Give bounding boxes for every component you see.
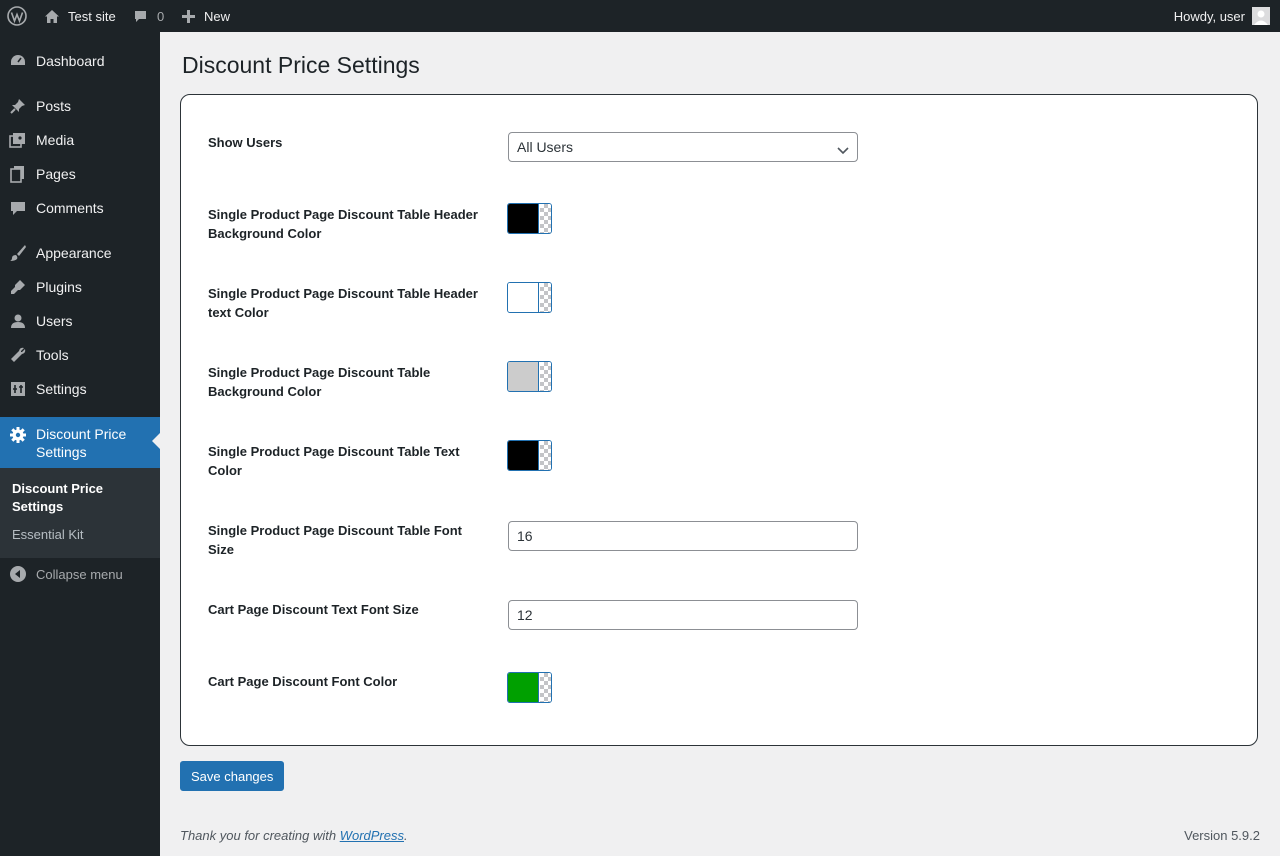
- sidebar-item-discount-price-settings[interactable]: Discount Price Settings: [0, 417, 160, 469]
- sidebar-item-label: Media: [36, 132, 75, 148]
- table-bg-color-picker[interactable]: [507, 361, 552, 392]
- header-text-color-picker[interactable]: [507, 282, 552, 313]
- table-text-color-picker[interactable]: [507, 440, 552, 471]
- chevron-down-icon: [837, 142, 849, 158]
- table-font-size-label: Single Product Page Discount Table Font …: [208, 523, 463, 557]
- collapse-menu-button[interactable]: Collapse menu: [0, 564, 160, 584]
- footer-version: Version 5.9.2: [1184, 828, 1260, 843]
- settings-icon: [9, 380, 27, 398]
- settings-panel: Show Users All Users Single Product Page…: [180, 94, 1258, 746]
- table-font-size-input[interactable]: 16: [508, 521, 858, 551]
- media-icon: [9, 131, 27, 149]
- sidebar-item-comments[interactable]: Comments: [0, 196, 160, 220]
- home-icon: [44, 9, 60, 24]
- sidebar-item-label: Discount Price Settings: [36, 426, 127, 460]
- footer-thanks-prefix: Thank you for creating with: [180, 828, 340, 843]
- submenu: Discount Price Settings Essential Kit: [0, 468, 160, 558]
- user-icon: [9, 312, 27, 330]
- sidebar-item-posts[interactable]: Posts: [0, 94, 160, 118]
- submenu-item-discount-price-settings[interactable]: Discount Price Settings: [12, 480, 132, 516]
- table-bg-color-label: Single Product Page Discount Table Backg…: [208, 365, 431, 399]
- sidebar-item-plugins[interactable]: Plugins: [0, 275, 160, 299]
- sidebar-item-label: Settings: [36, 381, 87, 397]
- sidebar-item-label: Appearance: [36, 245, 112, 261]
- pages-icon: [9, 165, 27, 183]
- show-users-select[interactable]: All Users: [508, 132, 858, 162]
- color-swatch-fill: [508, 204, 539, 233]
- collapse-arrow-icon: [9, 565, 27, 583]
- alpha-checker-icon: [540, 283, 551, 312]
- cart-font-size-value: 12: [517, 607, 533, 623]
- footer-thanks-suffix: .: [404, 828, 408, 843]
- site-link[interactable]: Test site: [44, 0, 116, 32]
- sidebar-item-label: Dashboard: [36, 53, 105, 69]
- header-bg-color-picker[interactable]: [507, 203, 552, 234]
- sidebar-item-label: Comments: [36, 200, 104, 216]
- sidebar-item-dashboard[interactable]: Dashboard: [0, 49, 160, 73]
- cart-font-size-label: Cart Page Discount Text Font Size: [208, 602, 419, 617]
- color-swatch-fill: [508, 362, 539, 391]
- comment-icon: [133, 9, 148, 24]
- plugin-icon: [9, 278, 27, 296]
- plus-icon: [182, 9, 195, 23]
- sidebar-item-label: Posts: [36, 98, 72, 114]
- alpha-checker-icon: [540, 673, 551, 702]
- current-indicator-arrow: [152, 433, 160, 449]
- color-swatch-fill: [508, 673, 539, 702]
- gear-icon: [9, 426, 27, 444]
- collapse-menu-label: Collapse menu: [36, 566, 123, 582]
- sidebar-item-label: Tools: [36, 347, 69, 363]
- cart-font-color-label: Cart Page Discount Font Color: [208, 674, 398, 689]
- cart-font-size-input[interactable]: 12: [508, 600, 858, 630]
- new-content-link[interactable]: New: [182, 0, 230, 32]
- page-title: Discount Price Settings: [182, 52, 420, 78]
- new-label: New: [204, 8, 231, 24]
- sidebar-item-label: Plugins: [36, 279, 82, 295]
- cart-font-color-picker[interactable]: [507, 672, 552, 703]
- submenu-item-essential-kit[interactable]: Essential Kit: [12, 526, 84, 544]
- brush-icon: [9, 244, 27, 262]
- show-users-label: Show Users: [208, 135, 283, 150]
- comments-link[interactable]: 0: [133, 0, 164, 32]
- howdy-text: Howdy, user: [1173, 8, 1245, 24]
- comment-icon: [9, 199, 27, 217]
- alpha-checker-icon: [540, 204, 551, 233]
- alpha-checker-icon: [540, 441, 551, 470]
- comments-count: 0: [157, 8, 165, 24]
- wordpress-logo-icon[interactable]: [0, 0, 34, 32]
- admin-bar: Test site 0 New Howdy, user: [0, 0, 1280, 32]
- wrench-icon: [9, 346, 27, 364]
- footer-credit: Thank you for creating with WordPress.: [180, 828, 408, 843]
- color-swatch-fill: [508, 283, 539, 312]
- sidebar-item-label: Pages: [36, 166, 76, 182]
- avatar: [1252, 7, 1270, 25]
- table-font-size-value: 16: [517, 528, 533, 544]
- sidebar-item-media[interactable]: Media: [0, 128, 160, 152]
- sidebar-item-appearance[interactable]: Appearance: [0, 241, 160, 265]
- sidebar-item-pages[interactable]: Pages: [0, 162, 160, 186]
- sidebar-item-label: Users: [36, 313, 73, 329]
- header-text-color-label: Single Product Page Discount Table Heade…: [208, 286, 478, 320]
- site-name: Test site: [68, 8, 116, 24]
- sidebar-item-settings[interactable]: Settings: [0, 377, 160, 401]
- pin-icon: [9, 97, 27, 115]
- header-bg-color-label: Single Product Page Discount Table Heade…: [208, 207, 478, 241]
- admin-sidebar: Dashboard Posts Media Pages Comments App…: [0, 32, 160, 856]
- dashboard-icon: [9, 52, 27, 70]
- wordpress-link[interactable]: WordPress: [340, 828, 404, 843]
- save-changes-button[interactable]: Save changes: [180, 761, 285, 791]
- table-text-color-label: Single Product Page Discount Table Text …: [208, 444, 460, 478]
- sidebar-item-users[interactable]: Users: [0, 309, 160, 333]
- alpha-checker-icon: [540, 362, 551, 391]
- show-users-value: All Users: [517, 139, 574, 155]
- account-menu[interactable]: Howdy, user: [1174, 0, 1270, 32]
- sidebar-item-tools[interactable]: Tools: [0, 343, 160, 367]
- color-swatch-fill: [508, 441, 539, 470]
